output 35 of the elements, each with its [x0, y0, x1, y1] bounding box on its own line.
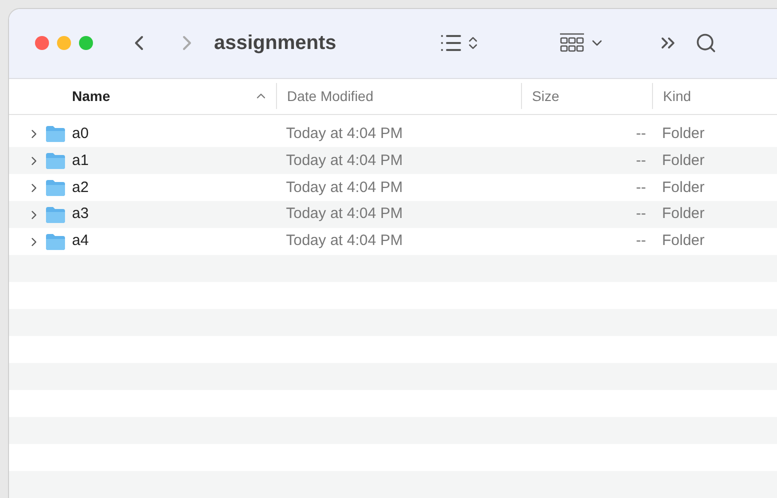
size: --: [635, 178, 647, 198]
date-modified: Today at 4:04 PM: [285, 150, 404, 171]
window-title: assignments: [214, 31, 338, 56]
folder-name: a1: [72, 150, 89, 171]
column-header[interactable]: Name: [9, 83, 276, 110]
date-modified: Today at 4:04 PM: [285, 231, 404, 252]
search-icon[interactable]: [695, 32, 717, 54]
size: --: [635, 150, 647, 171]
date-modified: Today at 4:04 PM: [285, 178, 404, 198]
date-modified: Today at 4:04 PM: [285, 204, 404, 224]
folder-icon: [45, 206, 66, 224]
kind: Folder: [661, 124, 706, 144]
folder-name: a3: [72, 204, 89, 224]
column-header[interactable]: Kind: [652, 83, 777, 110]
size: --: [635, 204, 647, 224]
column-header[interactable]: Date Modified: [276, 83, 521, 110]
folder-icon: [45, 178, 66, 197]
folder-name: a2: [72, 178, 89, 198]
size: --: [635, 124, 647, 144]
size: --: [635, 231, 647, 252]
column-header[interactable]: Size: [521, 83, 652, 110]
kind: Folder: [661, 178, 706, 198]
grid-view-icon[interactable]: [559, 32, 585, 54]
close-button[interactable]: [35, 36, 49, 50]
folder-icon: [45, 124, 66, 143]
kind: Folder: [661, 150, 706, 171]
date-modified: Today at 4:04 PM: [285, 124, 404, 144]
kind: Folder: [661, 231, 706, 252]
folder-icon: [45, 152, 66, 170]
folder-icon: [45, 232, 66, 251]
folder-name: a4: [72, 231, 89, 252]
kind: Folder: [661, 204, 706, 224]
folder-name: a0: [72, 124, 89, 144]
folder-row[interactable]: a3 Today at 4:04 PM -- Folder: [9, 201, 777, 228]
folder-row[interactable]: a1 Today at 4:04 PM -- Folder: [9, 147, 777, 174]
